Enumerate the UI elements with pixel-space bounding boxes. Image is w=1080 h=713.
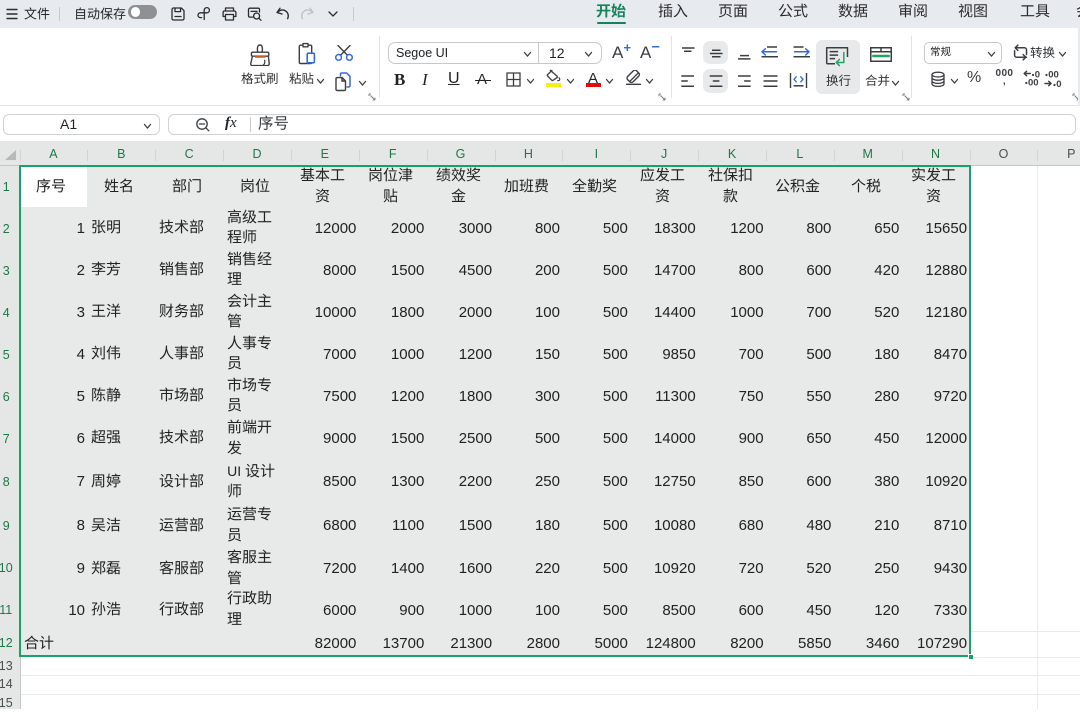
svg-text:00: 00 (1028, 78, 1039, 88)
svg-text:0: 0 (1056, 79, 1061, 87)
